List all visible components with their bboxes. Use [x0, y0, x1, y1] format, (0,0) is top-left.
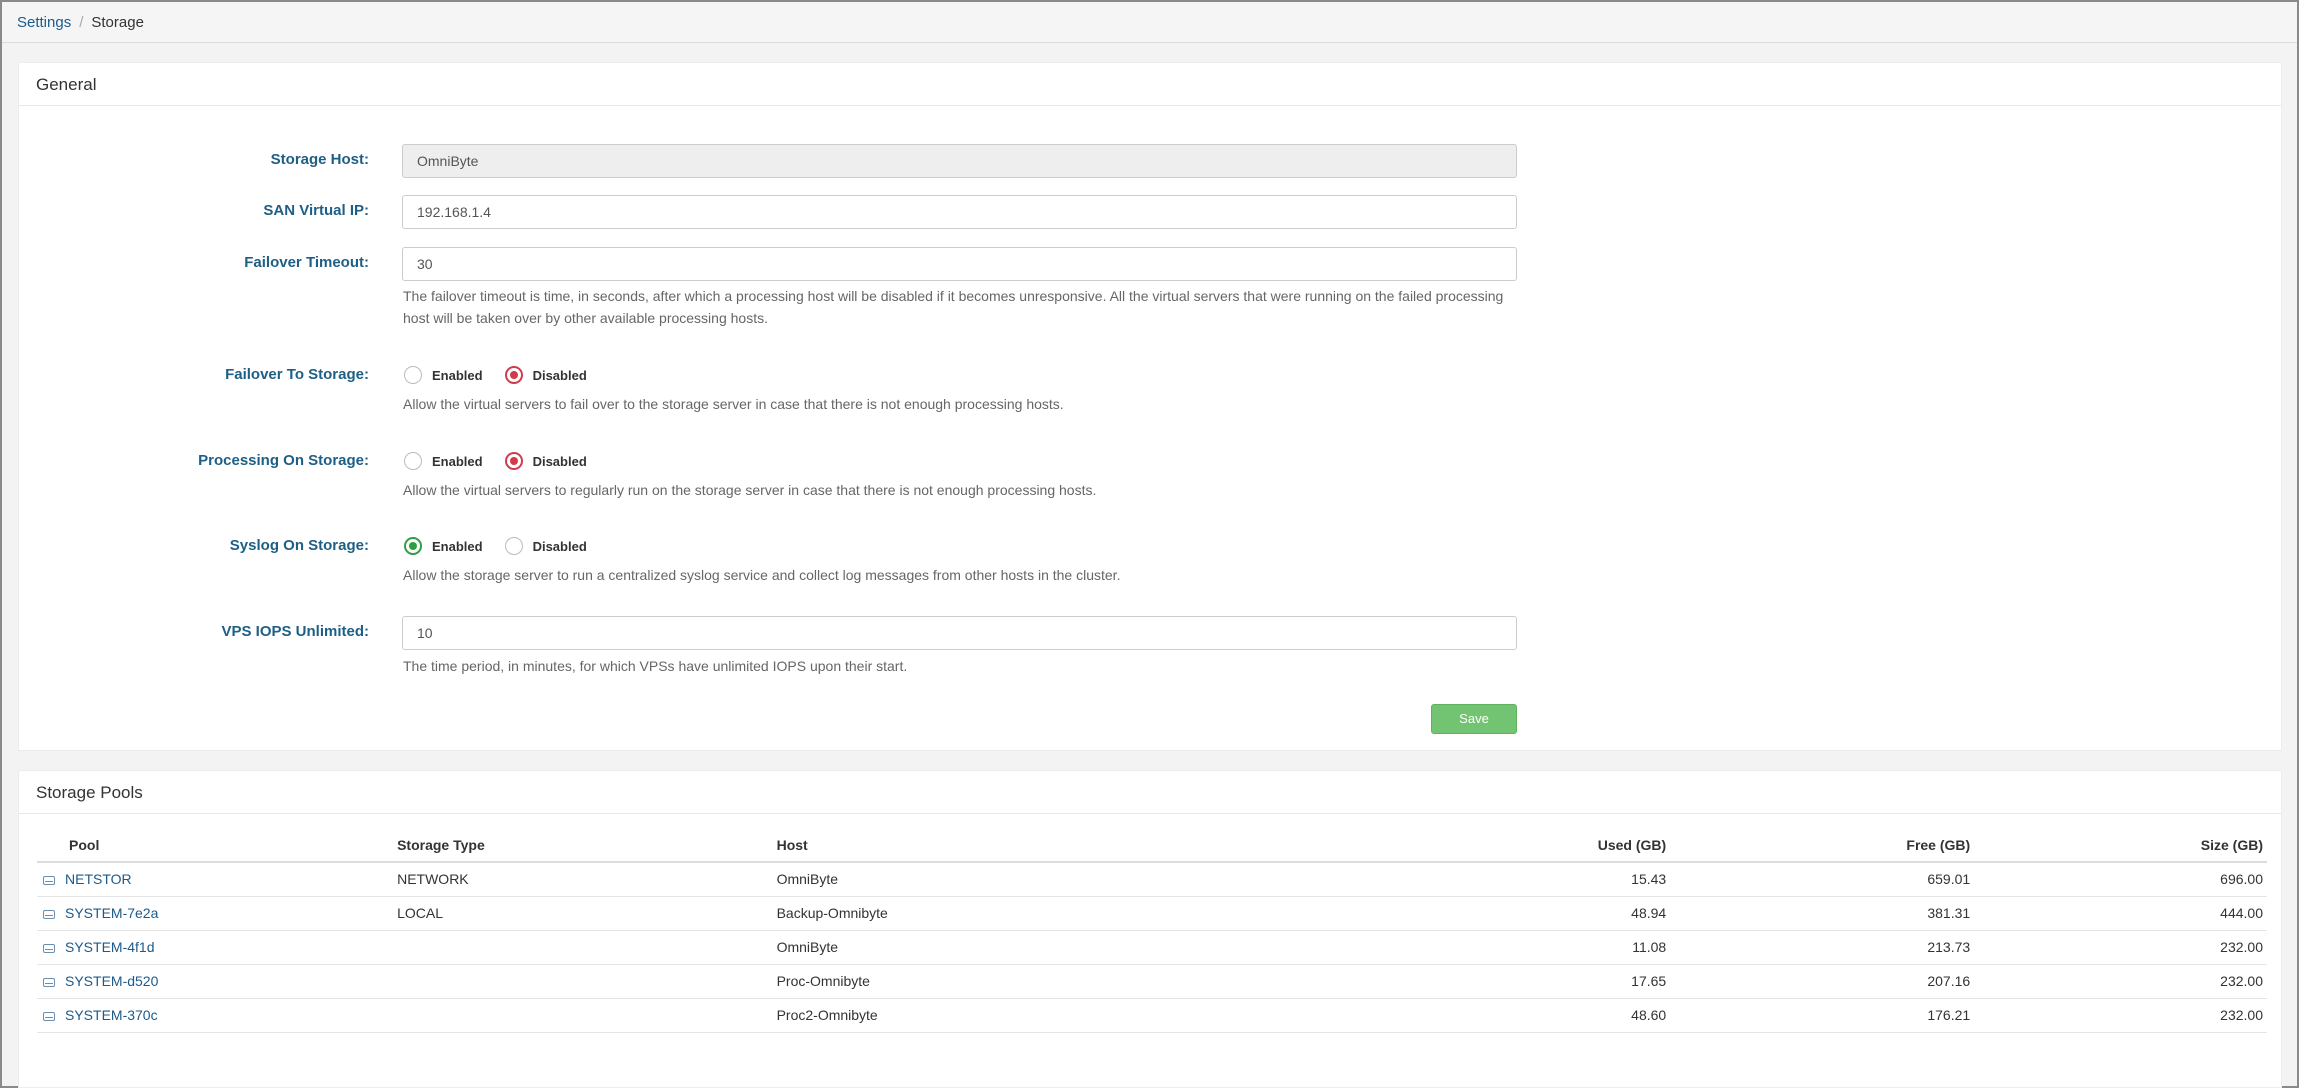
general-panel-title: General — [19, 63, 2281, 106]
table-row[interactable]: SYSTEM-370c Proc2-Omnibyte 48.60 176.21 232.… — [37, 998, 2267, 1033]
failover-to-storage-radio-group: Enabled Disabled — [404, 366, 609, 384]
free-cell: 207.16 — [1670, 964, 1975, 999]
pool-cell: SYSTEM-370c — [37, 998, 398, 1033]
vps-iops-unlimited-input[interactable]: 10 — [402, 616, 1517, 650]
syslog-on-storage-enabled-radio[interactable] — [404, 537, 422, 555]
host-cell: Backup-Omnibyte — [776, 896, 1354, 931]
storage-disk-icon — [43, 943, 55, 953]
column-header-size[interactable]: Size (GB) — [1974, 828, 2267, 863]
failover-to-storage-label: Failover To Storage: — [225, 366, 369, 383]
storage-type-cell — [397, 964, 777, 999]
breadcrumb-separator: / — [79, 13, 84, 31]
failover-timeout-help-line1: The failover timeout is time, in seconds… — [403, 288, 1504, 304]
vps-iops-unlimited-label: VPS IOPS Unlimited: — [221, 623, 369, 640]
table-row[interactable]: SYSTEM-7e2a LOCAL Backup-Omnibyte 48.94 381.… — [37, 896, 2267, 931]
size-cell: 696.00 — [1974, 862, 2267, 897]
failover-to-storage-enabled-label[interactable]: Enabled — [432, 368, 483, 383]
storage-pools-title: Storage Pools — [19, 771, 2281, 814]
storage-pools-table-body: NETSTOR NETWORK OmniByte 15.43 659.01 696.00 S… — [37, 862, 2267, 1033]
storage-host-label: Storage Host: — [270, 151, 369, 168]
pool-name-link[interactable]: SYSTEM-4f1d — [65, 939, 154, 955]
failover-timeout-label: Failover Timeout: — [244, 254, 369, 271]
table-header-row: Pool Storage Type Host Used (GB) Free (G… — [37, 828, 2267, 863]
storage-disk-icon — [43, 909, 55, 919]
storage-type-cell: NETWORK — [397, 862, 777, 897]
vps-iops-unlimited-help: The time period, in minutes, for which V… — [403, 658, 908, 674]
failover-to-storage-disabled-radio[interactable] — [504, 366, 523, 384]
failover-timeout-help-line2: host will be taken over by other availab… — [403, 310, 768, 326]
pool-cell: SYSTEM-4f1d — [37, 930, 398, 965]
syslog-on-storage-help: Allow the storage server to run a centra… — [403, 567, 1121, 583]
pool-name-link[interactable]: NETSTOR — [65, 871, 132, 887]
failover-timeout-help: The failover timeout is time, in seconds… — [403, 285, 1523, 329]
breadcrumb: Settings / Storage — [2, 2, 2297, 43]
host-cell: Proc-Omnibyte — [776, 964, 1354, 999]
pool-name-link[interactable]: SYSTEM-7e2a — [65, 905, 158, 921]
column-header-free[interactable]: Free (GB) — [1670, 828, 1975, 863]
pool-cell: NETSTOR — [37, 862, 398, 897]
processing-on-storage-disabled-radio[interactable] — [504, 452, 523, 470]
breadcrumb-current: Storage — [91, 13, 144, 31]
failover-to-storage-enabled-radio[interactable] — [404, 366, 422, 384]
breadcrumb-settings-link[interactable]: Settings — [17, 14, 71, 31]
free-cell: 381.31 — [1670, 896, 1975, 931]
syslog-on-storage-enabled-label[interactable]: Enabled — [432, 539, 483, 554]
pool-cell: SYSTEM-7e2a — [37, 896, 398, 931]
processing-on-storage-enabled-label[interactable]: Enabled — [432, 454, 483, 469]
syslog-on-storage-radio-group: Enabled Disabled — [404, 537, 609, 555]
table-row[interactable]: SYSTEM-d520 Proc-Omnibyte 17.65 207.16 232.0… — [37, 964, 2267, 999]
processing-on-storage-disabled-label[interactable]: Disabled — [533, 454, 587, 469]
column-header-used[interactable]: Used (GB) — [1353, 828, 1671, 863]
storage-type-cell: LOCAL — [397, 896, 777, 931]
failover-to-storage-help: Allow the virtual servers to fail over t… — [403, 396, 1064, 412]
host-cell: Proc2-Omnibyte — [776, 998, 1354, 1033]
storage-host-field: OmniByte — [402, 144, 1517, 178]
size-cell: 444.00 — [1974, 896, 2267, 931]
storage-disk-icon — [43, 977, 55, 987]
syslog-on-storage-disabled-label[interactable]: Disabled — [533, 539, 587, 554]
used-cell: 11.08 — [1353, 930, 1671, 965]
syslog-on-storage-label: Syslog On Storage: — [229, 537, 369, 554]
column-header-host[interactable]: Host — [776, 828, 1354, 863]
processing-on-storage-label: Processing On Storage: — [198, 452, 369, 469]
storage-pools-table: Pool Storage Type Host Used (GB) Free (G… — [37, 828, 2267, 1033]
pool-name-link[interactable]: SYSTEM-370c — [65, 1007, 158, 1023]
column-header-pool[interactable]: Pool — [37, 828, 398, 863]
used-cell: 17.65 — [1353, 964, 1671, 999]
general-panel: General Storage Host: OmniByte SAN Virtu… — [18, 62, 2282, 751]
size-cell: 232.00 — [1974, 998, 2267, 1033]
pool-cell: SYSTEM-d520 — [37, 964, 398, 999]
storage-type-cell — [397, 998, 777, 1033]
table-row[interactable]: NETSTOR NETWORK OmniByte 15.43 659.01 696.00 — [37, 862, 2267, 897]
pool-name-link[interactable]: SYSTEM-d520 — [65, 973, 158, 989]
host-cell: OmniByte — [776, 862, 1354, 897]
free-cell: 213.73 — [1670, 930, 1975, 965]
used-cell: 48.94 — [1353, 896, 1671, 931]
storage-disk-icon — [43, 876, 55, 886]
syslog-on-storage-disabled-radio[interactable] — [504, 537, 523, 555]
column-header-storage-type[interactable]: Storage Type — [397, 828, 777, 863]
storage-pools-panel: Storage Pools Pool Storage Type Host Use… — [18, 770, 2282, 1088]
san-virtual-ip-input[interactable]: 192.168.1.4 — [402, 195, 1517, 229]
processing-on-storage-help: Allow the virtual servers to regularly r… — [403, 482, 1097, 498]
processing-on-storage-radio-group: Enabled Disabled — [404, 452, 609, 470]
used-cell: 48.60 — [1353, 998, 1671, 1033]
table-row[interactable]: SYSTEM-4f1d OmniByte 11.08 213.73 232.00 — [37, 930, 2267, 965]
size-cell: 232.00 — [1974, 964, 2267, 999]
failover-timeout-input[interactable]: 30 — [402, 247, 1517, 281]
failover-to-storage-disabled-label[interactable]: Disabled — [533, 368, 587, 383]
storage-disk-icon — [43, 1011, 55, 1021]
storage-type-cell — [397, 930, 777, 965]
free-cell: 659.01 — [1670, 862, 1975, 897]
size-cell: 232.00 — [1974, 930, 2267, 965]
processing-on-storage-enabled-radio[interactable] — [404, 452, 422, 470]
host-cell: OmniByte — [776, 930, 1354, 965]
free-cell: 176.21 — [1670, 998, 1975, 1033]
san-virtual-ip-label: SAN Virtual IP: — [263, 202, 369, 219]
used-cell: 15.43 — [1353, 862, 1671, 897]
save-button[interactable]: Save — [1431, 704, 1517, 734]
